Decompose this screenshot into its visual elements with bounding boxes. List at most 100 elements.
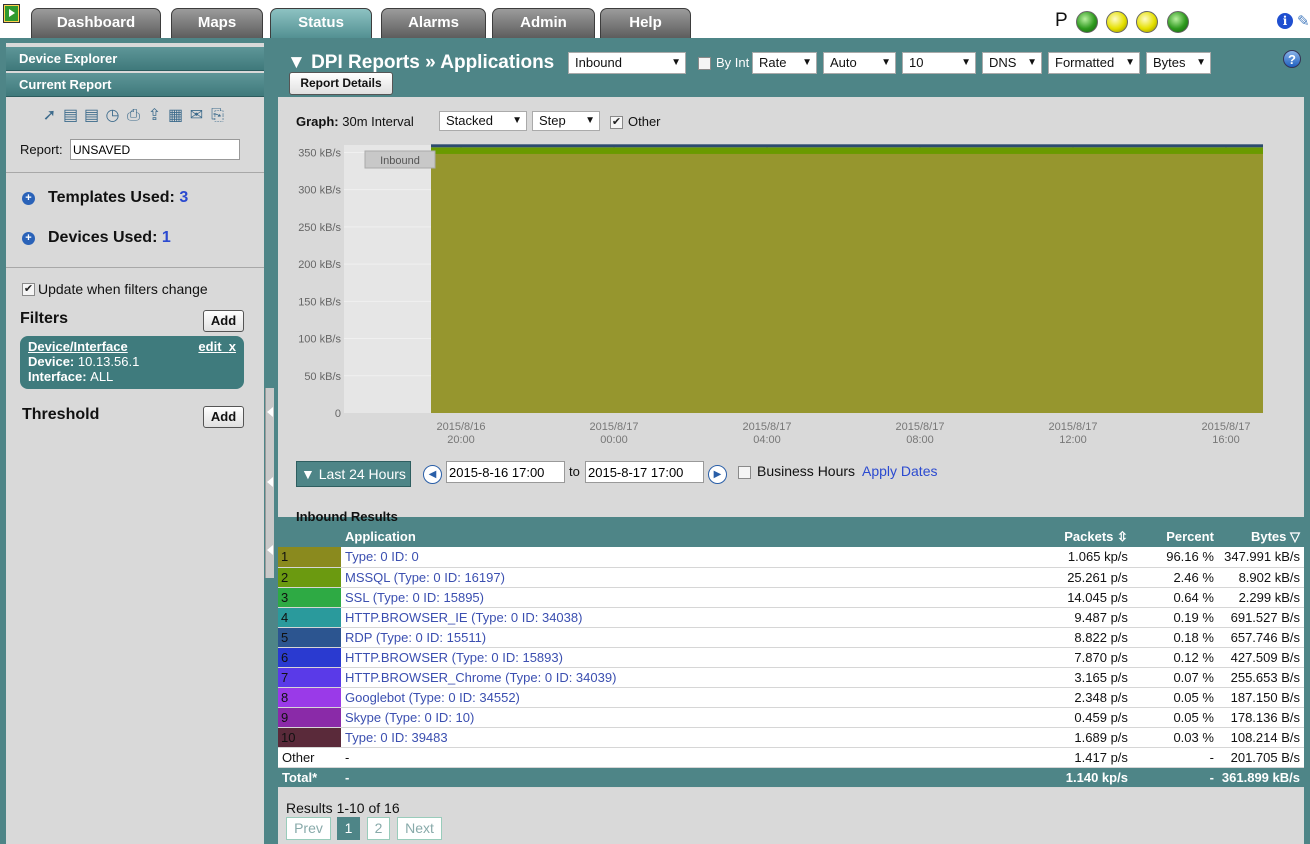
email-icon[interactable]: ✉ — [187, 107, 206, 125]
packets-cell: 9.487 p/s — [991, 607, 1132, 628]
apply-dates-link[interactable]: Apply Dates — [862, 463, 937, 479]
add-filter-button[interactable]: Add — [203, 310, 244, 332]
device-explorer-header[interactable]: Device Explorer — [6, 47, 264, 71]
by-int-checkbox[interactable] — [698, 57, 711, 70]
print-icon[interactable]: ⎙ — [124, 107, 143, 125]
status-led-yellow-icon[interactable] — [1136, 11, 1158, 33]
page-2-button[interactable]: 2 — [367, 817, 390, 840]
tab-dashboard[interactable]: Dashboard — [31, 8, 161, 39]
format-select[interactable]: Formatted ▼ — [1048, 52, 1140, 74]
other-checkbox[interactable]: ✔ — [610, 116, 623, 129]
table-row[interactable]: 9 Skype (Type: 0 ID: 10) 0.459 p/s 0.05 % 17… — [278, 707, 1304, 728]
next-page-button[interactable]: Next — [397, 817, 442, 840]
next-period-icon[interactable]: ▶ — [708, 465, 727, 484]
application-link[interactable]: HTTP.BROWSER_Chrome (Type: 0 ID: 34039) — [341, 667, 992, 688]
filter-title[interactable]: Device/Interface — [28, 339, 128, 354]
dns-select[interactable]: DNS ▼ — [982, 52, 1042, 74]
status-led-green-icon[interactable] — [1167, 11, 1189, 33]
add-threshold-button[interactable]: Add — [203, 406, 244, 428]
start-date-input[interactable] — [446, 461, 565, 483]
collapse-arrow-icon[interactable] — [267, 477, 273, 487]
status-led-green-icon[interactable] — [1076, 11, 1098, 33]
packets-column-header[interactable]: Packets ⇳ — [991, 526, 1132, 547]
table-row[interactable]: 5 RDP (Type: 0 ID: 15511) 8.822 p/s 0.18 % 6… — [278, 627, 1304, 648]
application-link[interactable]: RDP (Type: 0 ID: 15511) — [341, 627, 992, 648]
devices-used[interactable]: Devices Used: 1 — [48, 229, 171, 247]
filter-remove-link[interactable]: x — [229, 339, 236, 354]
total-percent-cell: - — [1131, 767, 1218, 788]
end-date-input[interactable] — [585, 461, 704, 483]
schedule-icon[interactable]: ◷ — [103, 107, 122, 125]
expand-devices-icon[interactable]: + — [22, 232, 35, 245]
series-area[interactable] — [431, 153, 1263, 413]
filter-edit-link[interactable]: edit — [198, 339, 221, 354]
tab-maps[interactable]: Maps — [171, 8, 263, 39]
tab-help[interactable]: Help — [600, 8, 691, 39]
tab-alarms[interactable]: Alarms — [381, 8, 486, 39]
packets-cell: 1.065 kp/s — [991, 547, 1132, 568]
table-row[interactable]: 1 Type: 0 ID: 0 1.065 kp/s 96.16 % 347.991 k… — [278, 547, 1304, 568]
graph-mode-select[interactable]: Stacked ▼ — [439, 111, 527, 131]
share-icon[interactable]: ➚ — [40, 107, 59, 125]
page-title[interactable]: ▼ DPI Reports » Applications — [287, 52, 554, 74]
table-row[interactable]: 6 HTTP.BROWSER (Type: 0 ID: 15893) 7.870 p… — [278, 647, 1304, 668]
application-column-header[interactable]: Application — [341, 526, 992, 547]
table-row[interactable]: 8 Googlebot (Type: 0 ID: 34552) 2.348 p/s 0… — [278, 687, 1304, 708]
top-bar: Dashboard Maps Status Alarms Admin Help … — [0, 0, 1310, 40]
application-link[interactable]: Googlebot (Type: 0 ID: 34552) — [341, 687, 992, 708]
pdf-icon[interactable]: ⎘ — [208, 107, 227, 125]
collapse-arrow-icon[interactable] — [267, 407, 273, 417]
save-as-icon[interactable]: ▤ — [82, 107, 101, 125]
page-1-button[interactable]: 1 — [337, 817, 360, 840]
units-select[interactable]: Bytes ▼ — [1146, 52, 1211, 74]
application-link[interactable]: Skype (Type: 0 ID: 10) — [341, 707, 992, 728]
application-link[interactable]: Type: 0 ID: 39483 — [341, 727, 992, 748]
application-link[interactable]: MSSQL (Type: 0 ID: 16197) — [341, 567, 992, 588]
table-row[interactable]: 10 Type: 0 ID: 39483 1.689 p/s 0.03 % 108.21… — [278, 727, 1304, 748]
expand-templates-icon[interactable]: + — [22, 192, 35, 205]
legend-tag-label: Inbound — [380, 155, 420, 167]
table-row[interactable]: 3 SSL (Type: 0 ID: 15895) 14.045 p/s 0.64 %… — [278, 587, 1304, 608]
chevron-down-icon: ▼ — [961, 57, 971, 68]
save-icon[interactable]: ▤ — [61, 107, 80, 125]
top-n-select[interactable]: 10 ▼ — [902, 52, 976, 74]
table-row[interactable]: 7 HTTP.BROWSER_Chrome (Type: 0 ID: 34039)… — [278, 667, 1304, 688]
current-report-header[interactable]: Current Report — [6, 73, 264, 97]
templates-used[interactable]: Templates Used: 3 — [48, 189, 188, 207]
y-tick-label: 250 kB/s — [298, 222, 341, 234]
graph-style-select[interactable]: Step ▼ — [532, 111, 600, 131]
table-row[interactable]: 2 MSSQL (Type: 0 ID: 16197) 25.261 p/s 2.46… — [278, 567, 1304, 588]
tab-admin[interactable]: Admin — [492, 8, 595, 39]
application-link[interactable]: HTTP.BROWSER_IE (Type: 0 ID: 34038) — [341, 607, 992, 628]
rate-select[interactable]: Rate ▼ — [752, 52, 817, 74]
date-preset-button[interactable]: ▼ Last 24 Hours — [296, 461, 411, 487]
total-application-cell: - — [341, 767, 992, 788]
export-icon[interactable]: ⇪ — [145, 107, 164, 125]
application-link[interactable]: SSL (Type: 0 ID: 15895) — [341, 587, 992, 608]
percent-cell: 0.19 % — [1131, 607, 1218, 628]
business-hours-checkbox[interactable] — [738, 466, 751, 479]
help-icon[interactable]: ? — [1283, 50, 1301, 68]
bytes-column-header[interactable]: Bytes ▽ — [1217, 526, 1304, 547]
prev-page-button[interactable]: Prev — [286, 817, 331, 840]
app-logo-icon[interactable] — [3, 4, 20, 23]
info-icon[interactable]: i — [1277, 13, 1293, 29]
table-icon[interactable]: ▦ — [166, 107, 185, 125]
table-row[interactable]: 4 HTTP.BROWSER_IE (Type: 0 ID: 34038) 9.48… — [278, 607, 1304, 628]
previous-period-icon[interactable]: ◀ — [423, 465, 442, 484]
report-details-button[interactable]: Report Details — [289, 72, 393, 95]
update-filters-checkbox[interactable]: ✔ — [22, 283, 35, 296]
wrench-icon[interactable]: ✎ — [1297, 13, 1310, 31]
direction-select[interactable]: Inbound ▼ — [568, 52, 686, 74]
divider — [6, 172, 264, 173]
tab-status[interactable]: Status — [270, 8, 372, 40]
percent-column-header[interactable]: Percent — [1131, 526, 1218, 547]
traffic-chart[interactable]: 350 kB/s 300 kB/s 250 kB/s 200 kB/s 150 kB/s… — [280, 140, 1270, 450]
collapse-arrow-icon[interactable] — [267, 545, 273, 555]
scale-select[interactable]: Auto ▼ — [823, 52, 896, 74]
report-name-input[interactable] — [70, 139, 240, 160]
status-led-yellow-icon[interactable] — [1106, 11, 1128, 33]
application-link[interactable]: HTTP.BROWSER (Type: 0 ID: 15893) — [341, 647, 992, 668]
application-link[interactable]: Type: 0 ID: 0 — [341, 547, 992, 568]
y-axis: 350 kB/s 300 kB/s 250 kB/s 200 kB/s 150 kB/s… — [298, 147, 341, 420]
